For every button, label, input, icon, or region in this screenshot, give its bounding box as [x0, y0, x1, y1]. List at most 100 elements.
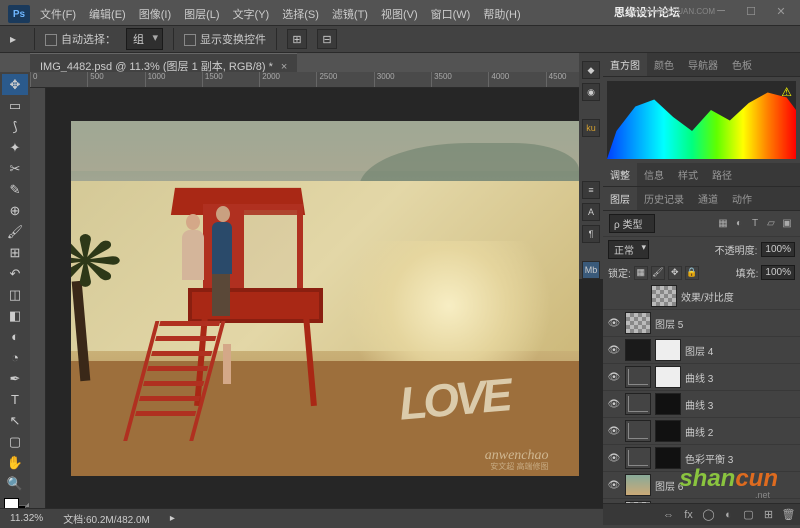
visibility-toggle[interactable]: 👁 — [607, 372, 621, 383]
new-layer-icon[interactable]: ⊞ — [761, 507, 776, 522]
menu-layer[interactable]: 图层(L) — [181, 4, 222, 24]
mask-thumbnail[interactable] — [655, 339, 681, 361]
layer-thumbnail[interactable] — [625, 447, 651, 469]
lasso-tool[interactable]: ⟆ — [2, 116, 28, 137]
link-layers-icon[interactable]: ⇔ — [661, 507, 676, 522]
visibility-toggle[interactable]: 👁 — [607, 480, 621, 491]
tab-color[interactable]: 颜色 — [647, 53, 681, 76]
layer-thumbnail[interactable] — [625, 366, 651, 388]
layer-thumbnail[interactable] — [625, 474, 651, 496]
tab-histogram[interactable]: 直方图 — [603, 53, 647, 76]
lock-transparency-icon[interactable]: ▦ — [634, 266, 648, 280]
doc-size[interactable]: 文档:60.2M/482.0M — [63, 511, 150, 526]
histogram-display[interactable]: ⚠ — [607, 81, 796, 159]
menu-file[interactable]: 文件(F) — [37, 4, 79, 24]
filter-pixel-icon[interactable]: ▦ — [716, 217, 730, 231]
layer-thumbnail[interactable] — [625, 501, 651, 503]
tab-history[interactable]: 历史记录 — [637, 187, 691, 210]
canvas[interactable]: LOVE anwenchao 安文超 高端修图 — [46, 88, 603, 508]
panel-icon[interactable]: Mb — [582, 261, 600, 279]
tab-navigator[interactable]: 导航器 — [681, 53, 725, 76]
shape-tool[interactable]: ▢ — [2, 431, 28, 452]
ruler-vertical[interactable] — [30, 88, 46, 508]
layer-thumbnail[interactable] — [625, 420, 651, 442]
menu-view[interactable]: 视图(V) — [378, 4, 421, 24]
eyedropper-tool[interactable]: ✎ — [2, 179, 28, 200]
kind-filter[interactable]: ρ 类型 — [609, 214, 655, 233]
tab-layers[interactable]: 图层 — [603, 187, 637, 210]
lock-all-icon[interactable]: 🔒 — [685, 266, 699, 280]
visibility-toggle[interactable]: 👁 — [607, 453, 621, 464]
visibility-toggle[interactable]: 👁 — [607, 318, 621, 329]
panel-icon[interactable]: A — [582, 203, 600, 221]
dodge-tool[interactable]: ◔ — [2, 347, 28, 368]
mask-thumbnail[interactable] — [655, 420, 681, 442]
opacity-input[interactable]: 100% — [761, 242, 795, 257]
filter-smart-icon[interactable]: ▣ — [780, 217, 794, 231]
tab-info[interactable]: 信息 — [637, 163, 671, 186]
crop-tool[interactable]: ✂ — [2, 158, 28, 179]
marquee-tool[interactable]: ▭ — [2, 95, 28, 116]
align-icon[interactable]: ⊟ — [317, 29, 337, 49]
panel-icon[interactable]: ◉ — [582, 83, 600, 101]
lock-position-icon[interactable]: ✥ — [668, 266, 682, 280]
hand-tool[interactable]: ✋ — [2, 452, 28, 473]
status-arrow[interactable]: ▸ — [170, 513, 175, 524]
panel-icon[interactable]: ku — [582, 119, 600, 137]
layer-row[interactable]: 👁曲线 2 — [603, 418, 800, 445]
zoom-tool[interactable]: 🔍 — [2, 473, 28, 494]
menu-select[interactable]: 选择(S) — [279, 4, 322, 24]
panel-icon[interactable]: ¶ — [582, 225, 600, 243]
visibility-toggle[interactable]: 👁 — [607, 399, 621, 410]
menu-image[interactable]: 图像(I) — [136, 4, 174, 24]
visibility-toggle[interactable]: 👁 — [607, 426, 621, 437]
layer-thumbnail[interactable] — [625, 312, 651, 334]
layer-row[interactable]: 👁图层 6 — [603, 472, 800, 499]
layer-row[interactable]: 👁色彩平衡 3 — [603, 445, 800, 472]
maximize-button[interactable]: ☐ — [737, 2, 765, 20]
menu-help[interactable]: 帮助(H) — [480, 4, 523, 24]
auto-select-checkbox[interactable]: 自动选择： — [45, 31, 116, 47]
layer-thumbnail[interactable] — [625, 393, 651, 415]
blend-mode-dropdown[interactable]: 正常 — [608, 240, 649, 259]
type-tool[interactable]: T — [2, 389, 28, 410]
move-tool[interactable]: ✥ — [2, 74, 28, 95]
app-logo[interactable]: Ps — [8, 5, 30, 23]
blur-tool[interactable]: ◐ — [2, 326, 28, 347]
align-icon[interactable]: ⊞ — [287, 29, 307, 49]
layer-row[interactable]: 效果/对比度 — [603, 283, 800, 310]
brush-tool[interactable]: 🖌 — [2, 221, 28, 242]
auto-select-dropdown[interactable]: 组 — [126, 28, 163, 50]
layer-row[interactable]: 👁曲线 3 — [603, 364, 800, 391]
pen-tool[interactable]: ✒ — [2, 368, 28, 389]
heal-tool[interactable]: ⊕ — [2, 200, 28, 221]
zoom-level[interactable]: 11.32% — [10, 513, 43, 524]
history-brush-tool[interactable]: ↶ — [2, 263, 28, 284]
mask-thumbnail[interactable] — [655, 447, 681, 469]
warning-icon[interactable]: ⚠ — [781, 85, 792, 99]
tab-swatches[interactable]: 色板 — [725, 53, 759, 76]
fill-input[interactable]: 100% — [761, 265, 795, 280]
panel-icon[interactable]: ◆ — [582, 61, 600, 79]
show-transform-checkbox[interactable]: 显示变换控件 — [184, 31, 266, 47]
layer-row[interactable]: 👁图层 4 — [603, 337, 800, 364]
lock-pixels-icon[interactable]: 🖌 — [651, 266, 665, 280]
eraser-tool[interactable]: ◫ — [2, 284, 28, 305]
delete-layer-icon[interactable]: 🗑 — [781, 507, 796, 522]
menu-type[interactable]: 文字(Y) — [230, 4, 273, 24]
menu-filter[interactable]: 滤镜(T) — [329, 4, 371, 24]
tab-adjustments[interactable]: 调整 — [603, 163, 637, 186]
panel-icon[interactable]: ≡ — [582, 181, 600, 199]
layer-row[interactable]: 👁图层 5 — [603, 310, 800, 337]
mask-thumbnail[interactable] — [655, 393, 681, 415]
layer-style-icon[interactable]: fx — [681, 507, 696, 522]
gradient-tool[interactable]: ◧ — [2, 305, 28, 326]
layer-thumbnail[interactable] — [625, 339, 651, 361]
menu-edit[interactable]: 编辑(E) — [86, 4, 129, 24]
visibility-toggle[interactable]: 👁 — [607, 345, 621, 356]
ruler-horizontal[interactable]: 050010001500200025003000350040004500 — [30, 72, 603, 88]
tab-paths[interactable]: 路径 — [705, 163, 739, 186]
filter-shape-icon[interactable]: ▱ — [764, 217, 778, 231]
wand-tool[interactable]: ✦ — [2, 137, 28, 158]
layer-row[interactable]: 👁曲线 3 — [603, 391, 800, 418]
